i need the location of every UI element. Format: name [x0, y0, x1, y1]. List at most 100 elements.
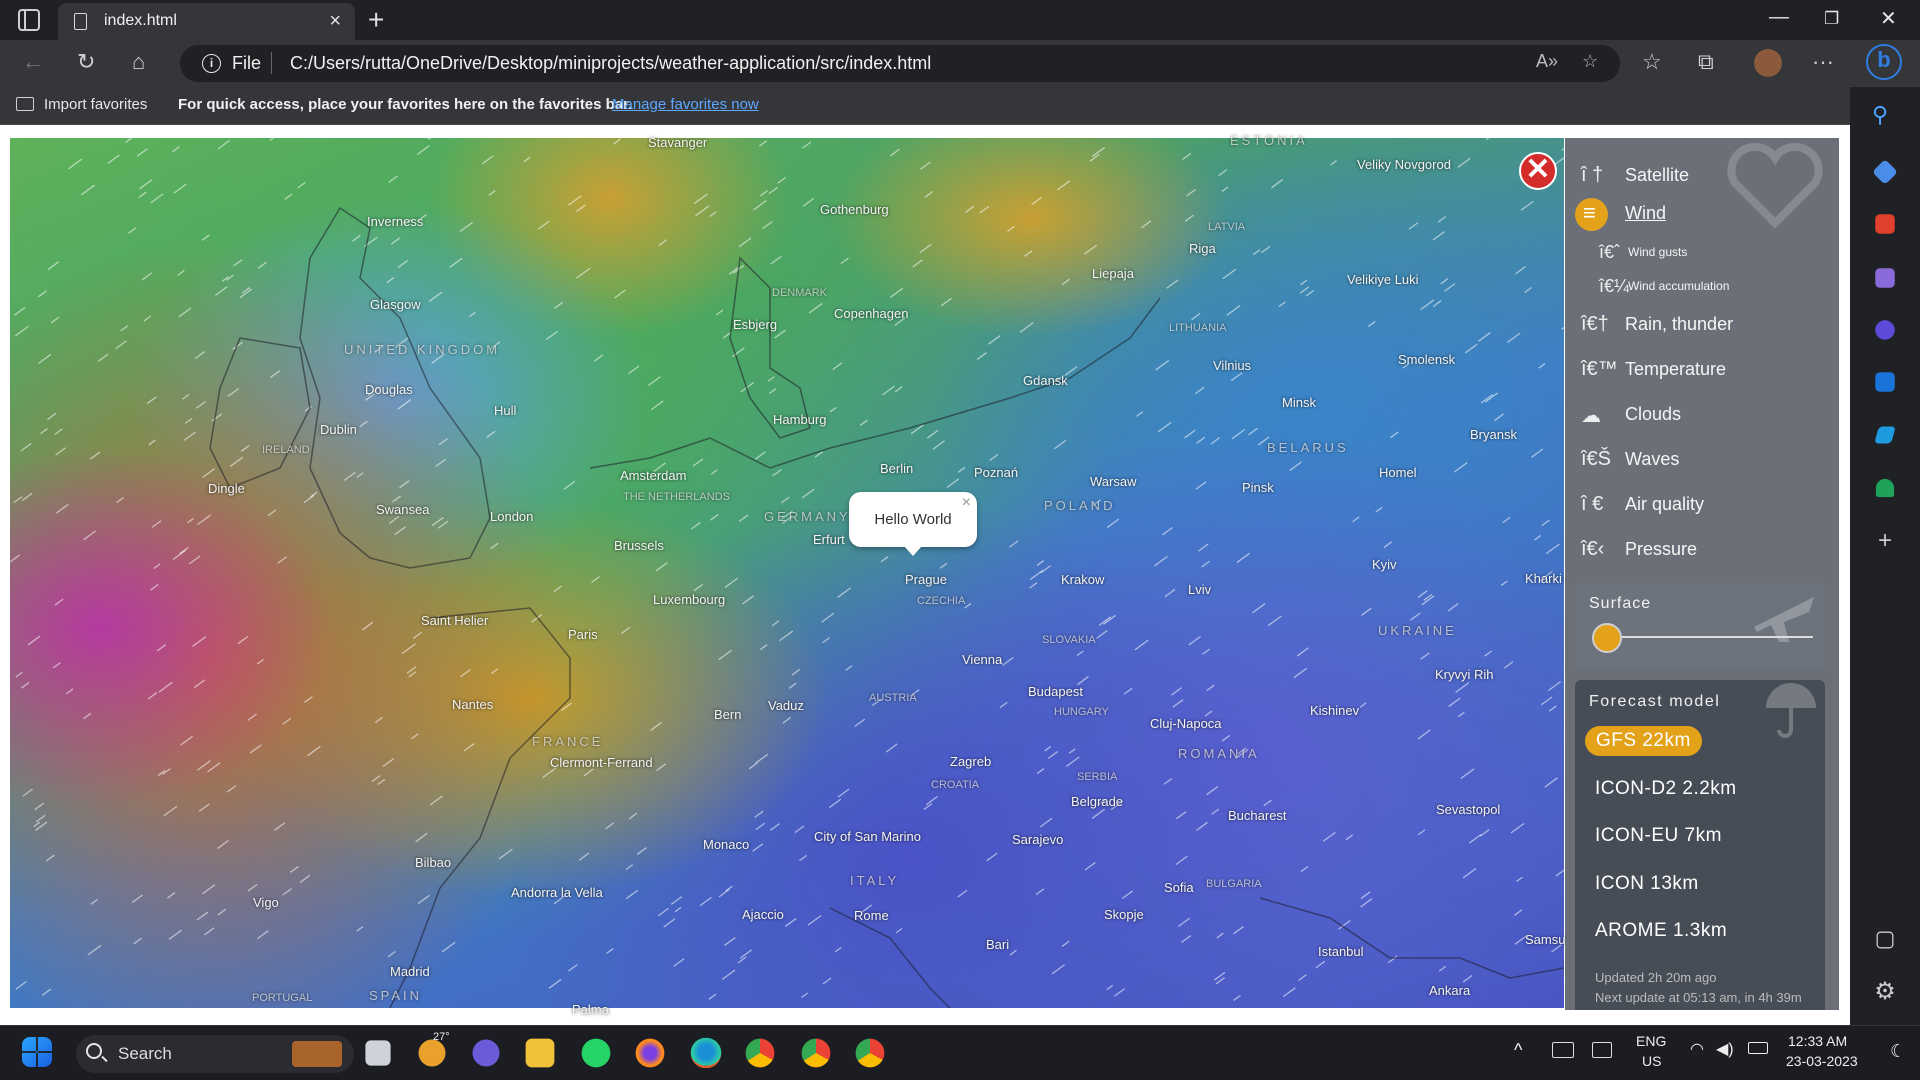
firefox-icon[interactable] [635, 1038, 665, 1068]
layer-wind[interactable]: Wind [1575, 198, 1825, 232]
info-icon[interactable]: i [202, 54, 221, 73]
layer-waves[interactable]: î€Š Waves [1575, 448, 1825, 478]
layer-satellite[interactable]: î † Satellite [1575, 164, 1825, 194]
wind-particle [1008, 540, 1019, 548]
home-icon[interactable]: ⌂ [132, 48, 145, 76]
tab-actions-icon[interactable] [18, 9, 40, 31]
clock-date[interactable]: 23-03-2023 [1786, 1053, 1858, 1069]
refresh-icon[interactable]: ↻ [77, 48, 95, 76]
collections-icon[interactable]: ⧉ [1698, 48, 1714, 76]
wind-particle [1465, 343, 1478, 354]
tab-close-icon[interactable]: × [329, 10, 341, 32]
layer-temperature[interactable]: î€™ Temperature [1575, 358, 1825, 388]
outlook-icon[interactable] [1875, 372, 1895, 392]
layer-air-quality[interactable]: î € Air quality [1575, 493, 1825, 523]
layer-rain-thunder[interactable]: î€† Rain, thunder [1575, 313, 1825, 343]
city-label: Vienna [962, 652, 1003, 667]
city-label: Saint Helier [421, 613, 489, 628]
layer-wind-accumulation[interactable]: î€¼ Wind accumulation [1575, 276, 1825, 306]
telegram-icon[interactable] [1874, 426, 1896, 444]
games-icon[interactable] [1875, 268, 1895, 288]
wind-particle [1485, 138, 1490, 141]
search-icon[interactable]: ⚲ [1872, 102, 1898, 128]
volume-icon[interactable]: ◀) [1716, 1039, 1734, 1059]
chrome-profile-2-icon[interactable] [855, 1038, 885, 1068]
city-label: Rome [854, 908, 889, 923]
city-label: Swansea [376, 502, 430, 517]
wind-particle [1155, 359, 1170, 371]
wind-particle [1236, 552, 1250, 564]
layer-clouds[interactable]: ☁ Clouds [1575, 403, 1825, 433]
city-label: Hamburg [773, 412, 827, 427]
model-icon-d2[interactable]: ICON-D2 2.2km [1595, 778, 1737, 800]
wind-particle [1195, 481, 1207, 490]
model-gfs[interactable]: GFS 22km [1585, 726, 1702, 756]
split-screen-icon[interactable] [1876, 931, 1894, 949]
wind-particle [926, 429, 939, 439]
shopping-icon[interactable] [1872, 159, 1898, 185]
city-label: Esbjerg [733, 317, 778, 332]
edge-icon[interactable] [690, 1037, 722, 1069]
wind-particle [794, 825, 805, 834]
tab-index-html[interactable]: index.html × [58, 3, 355, 40]
more-icon[interactable]: ··· [1812, 48, 1834, 76]
notification-icon[interactable]: ☾ [1890, 1041, 1906, 1062]
new-tab-icon[interactable]: + [368, 4, 384, 36]
display-icon[interactable] [1592, 1042, 1612, 1058]
wind-particle [1182, 152, 1192, 161]
popup-close-icon[interactable]: × [962, 494, 971, 512]
wind-particle [1222, 268, 1237, 280]
add-icon[interactable]: + [1872, 527, 1898, 554]
chevron-up-icon[interactable]: ^ [1514, 1040, 1522, 1061]
forecast-model-label: Forecast model [1589, 693, 1721, 710]
address-url[interactable]: C:/Users/rutta/OneDrive/Desktop/miniproj… [290, 53, 931, 74]
bing-icon[interactable]: b [1866, 44, 1902, 80]
city-label: London [490, 509, 534, 524]
city-label: Gdansk [1023, 373, 1068, 388]
address-bar[interactable]: i File C:/Users/rutta/OneDrive/Desktop/m… [180, 45, 1620, 82]
back-icon[interactable]: ← [22, 48, 44, 76]
language-indicator[interactable]: ENG [1636, 1033, 1666, 1049]
wind-particle [1164, 588, 1176, 598]
window-close-icon[interactable]: ✕ [1880, 6, 1897, 31]
wifi-icon[interactable]: ◠ [1690, 1039, 1704, 1059]
taskbar-search[interactable]: Search [76, 1035, 354, 1073]
weather-map[interactable] [10, 138, 1564, 1008]
restore-icon[interactable]: ❐ [1824, 9, 1839, 29]
whatsapp-icon[interactable] [581, 1038, 611, 1068]
add-favorite-icon[interactable]: ☆ [1582, 51, 1598, 72]
task-view-icon[interactable] [365, 1040, 391, 1066]
favorites-icon[interactable]: ☆ [1642, 48, 1662, 76]
chrome-profile-icon[interactable] [801, 1038, 831, 1068]
city-label: Dublin [320, 422, 357, 437]
settings-icon[interactable]: ⚙ [1872, 977, 1898, 1005]
teams-chat-icon[interactable] [472, 1039, 500, 1067]
altitude-slider-handle[interactable] [1592, 623, 1622, 653]
profile-avatar[interactable] [1754, 49, 1782, 77]
tools-icon[interactable] [1875, 214, 1895, 234]
office-icon[interactable] [1875, 320, 1895, 340]
tree-icon[interactable] [1875, 478, 1895, 498]
clock-time[interactable]: 12:33 AM [1788, 1033, 1847, 1049]
altitude-slider-track[interactable] [1603, 636, 1813, 638]
read-aloud-icon[interactable]: A» [1536, 51, 1558, 72]
weather-widget-icon[interactable] [418, 1039, 446, 1067]
wind-particle [1216, 932, 1224, 939]
layer-wind-gusts[interactable]: î€ˆ Wind gusts [1575, 242, 1825, 272]
import-favorites-button[interactable]: Import favorites [16, 96, 147, 113]
model-icon-eu[interactable]: ICON-EU 7km [1595, 825, 1722, 847]
wind-particle [21, 492, 33, 502]
map-close-button[interactable]: ✕ [1519, 152, 1557, 190]
keyboard-icon[interactable] [1552, 1042, 1574, 1058]
file-explorer-icon[interactable] [525, 1038, 555, 1068]
battery-icon[interactable] [1748, 1042, 1768, 1054]
model-icon[interactable]: ICON 13km [1595, 873, 1699, 895]
minimize-icon[interactable]: — [1769, 6, 1789, 29]
country-label: BULGARIA [1206, 878, 1262, 890]
start-icon[interactable] [22, 1037, 52, 1067]
layer-pressure[interactable]: î€‹ Pressure [1575, 538, 1825, 568]
model-arome[interactable]: AROME 1.3km [1595, 920, 1727, 942]
manage-favorites-link[interactable]: Manage favorites now [612, 96, 759, 113]
chrome-icon[interactable] [745, 1038, 775, 1068]
keyboard-layout[interactable]: US [1642, 1053, 1661, 1069]
